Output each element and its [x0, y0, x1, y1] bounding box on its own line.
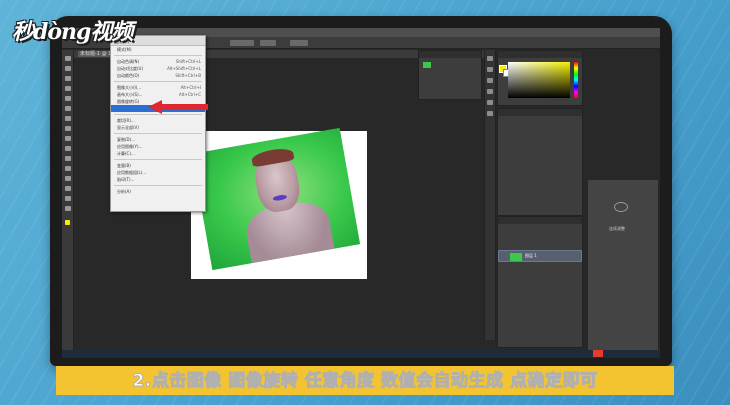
subtitle: 2.点击图像 图像旋转 任意角度 数值会自动生成 点确定即可	[132, 371, 598, 392]
crop-tool-icon[interactable]	[65, 86, 71, 91]
menu-item[interactable]: 分析(A)	[111, 188, 205, 195]
lasso-tool-icon[interactable]	[65, 76, 71, 81]
menu-item-shortcut: Alt+Shift+Ctrl+L	[167, 66, 201, 71]
menu-item[interactable]: 复制(D)...	[111, 136, 205, 143]
menu-item-label: 自动颜色(O)	[117, 73, 140, 78]
eyedropper-tool-icon[interactable]	[65, 96, 71, 101]
menu-item[interactable]: 自动对比度(U) Alt+Shift+Ctrl+L	[111, 65, 205, 72]
tray-icon[interactable]	[593, 350, 603, 357]
pen-tool-icon[interactable]	[65, 156, 71, 161]
layer-row[interactable]: 图层 1	[498, 250, 582, 262]
menu-item[interactable]: 显示全部(V)	[111, 124, 205, 131]
image-menu[interactable]: 图像(I) 模式(M) 自动色调(N) Shift+Ctrl+L 自动对比度(U) Al…	[110, 35, 206, 212]
menu-item[interactable]: 应用数据组(L)...	[111, 169, 205, 176]
menu-item[interactable]: 裁切(R)...	[111, 117, 205, 124]
menu-separator	[114, 114, 202, 115]
menu-item-label: 自动色调(N)	[117, 59, 140, 64]
adjustments-panel	[497, 108, 583, 216]
stamp-tool-icon[interactable]	[65, 116, 71, 121]
menu-item-shortcut: Alt+Ctrl+I	[180, 85, 201, 90]
path-select-tool-icon[interactable]	[65, 176, 71, 181]
menu-item[interactable]: 模式(M)	[111, 46, 205, 53]
menu-item-label: 分析(A)	[117, 189, 131, 194]
menu-item-label: 变量(B)	[117, 163, 131, 168]
menu-item-shortcut: Shift+Ctrl+L	[175, 59, 201, 64]
gradient-tool-icon[interactable]	[65, 136, 71, 141]
menu-item-label: 应用图像(Y)...	[117, 144, 143, 149]
ps-option-chip[interactable]	[230, 40, 254, 46]
menu-separator	[114, 133, 202, 134]
ps-option-chip[interactable]	[260, 40, 276, 46]
hand-tool-icon[interactable]	[65, 196, 71, 201]
menu-separator	[114, 159, 202, 160]
panel-header	[419, 51, 481, 58]
layer-thumbnail-small[interactable]	[423, 62, 431, 68]
layer-name: 图层 1	[525, 253, 537, 258]
menu-item-shortcut: Alt+Ctrl+C	[178, 92, 201, 97]
dodge-tool-icon[interactable]	[65, 146, 71, 151]
side-hint: 连续调整	[609, 226, 625, 231]
menu-item-label: 自动对比度(U)	[117, 66, 144, 71]
text-tool-icon[interactable]	[65, 166, 71, 171]
adjustments-icon[interactable]	[487, 89, 493, 94]
menu-item[interactable]: 画布大小(S)... Alt+Ctrl+C	[111, 91, 205, 98]
menu-item[interactable]: 陷印(T)...	[111, 176, 205, 183]
brand-logo: 秒dòng视频	[12, 19, 133, 45]
shape-tool-icon[interactable]	[65, 186, 71, 191]
menu-item-label: 计算(C)...	[117, 151, 135, 156]
layers-panel	[497, 216, 583, 348]
menu-item[interactable]: 计算(C)...	[111, 150, 205, 157]
zoom-tool-icon[interactable]	[65, 206, 71, 211]
history-icon[interactable]	[487, 56, 493, 61]
layers-panel-header	[498, 217, 582, 224]
menu-separator	[114, 185, 202, 186]
menu-item-label: 画布大小(S)...	[117, 92, 143, 97]
brush-tool-icon[interactable]	[65, 106, 71, 111]
menu-item-label: 陷印(T)...	[117, 177, 135, 182]
taskbar	[62, 350, 660, 358]
ps-option-chip[interactable]	[290, 40, 308, 46]
menu-item-label: 模式(M)	[117, 47, 132, 52]
menu-item-label: 图像旋转(G)	[117, 99, 140, 104]
menu-item-label: 裁切(R)...	[117, 118, 135, 123]
menu-item-label: 图像大小(I)...	[117, 85, 142, 90]
styles-icon[interactable]	[487, 100, 493, 105]
properties-icon[interactable]	[487, 111, 493, 116]
ps-toolbar	[62, 50, 74, 358]
menu-item-label: 复制(D)...	[117, 137, 136, 142]
menu-item[interactable]: 自动色调(N) Shift+Ctrl+L	[111, 58, 205, 65]
color-field[interactable]	[508, 62, 570, 98]
hint-icon	[614, 202, 628, 212]
adjustments-panel-header	[498, 109, 582, 116]
red-arrow-icon	[148, 100, 208, 114]
hue-slider[interactable]	[574, 62, 578, 98]
eraser-tool-icon[interactable]	[65, 126, 71, 131]
move-tool-icon[interactable]	[65, 56, 71, 61]
menu-item-shortcut: Shift+Ctrl+B	[175, 73, 201, 78]
menu-separator	[114, 55, 202, 56]
layers-mini-panel	[418, 50, 482, 100]
menu-item-label: 显示全部(V)	[117, 125, 139, 130]
menu-item[interactable]: 图像大小(I)... Alt+Ctrl+I	[111, 84, 205, 91]
color-panel-header	[498, 51, 582, 58]
menu-separator	[114, 81, 202, 82]
menu-item[interactable]: 应用图像(Y)...	[111, 143, 205, 150]
menu-item-label: 应用数据组(L)...	[117, 170, 147, 175]
layer-thumbnail	[510, 253, 522, 261]
marquee-tool-icon[interactable]	[65, 66, 71, 71]
color-icon[interactable]	[487, 67, 493, 72]
swatches-icon[interactable]	[487, 78, 493, 83]
menu-item[interactable]: 变量(B)	[111, 162, 205, 169]
menu-item[interactable]: 自动颜色(O) Shift+Ctrl+B	[111, 72, 205, 79]
foreground-color-icon[interactable]	[65, 220, 70, 225]
panel-icon-rail	[484, 50, 496, 340]
